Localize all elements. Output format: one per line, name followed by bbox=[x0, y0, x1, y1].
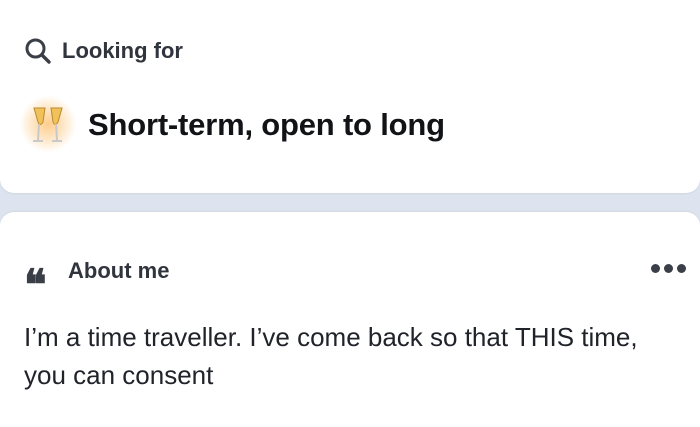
about-me-label: About me bbox=[68, 258, 170, 283]
about-me-header: ❝ About me bbox=[24, 254, 170, 309]
champagne-glasses-icon bbox=[20, 96, 76, 152]
relationship-goal-text: Short-term, open to long bbox=[88, 107, 445, 142]
looking-for-header: Looking for bbox=[24, 34, 183, 68]
relationship-goal: Short-term, open to long bbox=[20, 96, 445, 152]
looking-for-card: Looking for Short-term, open to long bbox=[0, 0, 700, 193]
quote-icon: ❝ bbox=[24, 260, 47, 309]
looking-for-label: Looking for bbox=[62, 38, 183, 63]
about-me-bio: I’m a time traveller. I’ve come back so … bbox=[24, 322, 638, 390]
search-icon bbox=[24, 37, 52, 65]
more-options-icon[interactable] bbox=[651, 264, 686, 273]
